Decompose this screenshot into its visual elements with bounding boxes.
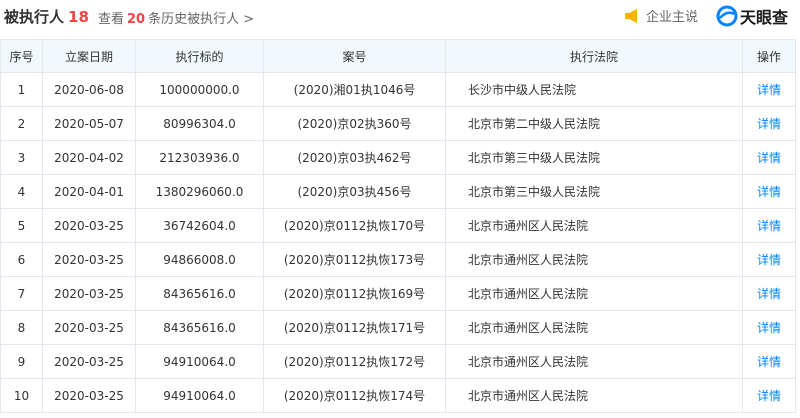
- details-link[interactable]: 详情: [742, 310, 796, 345]
- cell-case-number: (2020)京03执462号: [263, 140, 446, 175]
- cell-index: 3: [0, 140, 43, 175]
- history-prefix: 查看: [98, 12, 125, 27]
- executed-count: 18: [68, 8, 89, 26]
- cell-court: 北京市通州区人民法院: [445, 310, 743, 345]
- cell-date: 2020-05-07: [42, 106, 136, 141]
- owner-says-button[interactable]: 企业主说: [624, 6, 698, 25]
- table-header-row: 序号 立案日期 执行标的 案号 执行法院 操作: [0, 39, 796, 73]
- cell-index: 1: [0, 72, 43, 107]
- column-header-court: 执行法院: [445, 39, 743, 73]
- cell-court: 长沙市中级人民法院: [445, 72, 743, 107]
- cell-index: 9: [0, 344, 43, 379]
- column-header-case-number: 案号: [263, 39, 446, 73]
- cell-date: 2020-03-25: [42, 344, 136, 379]
- megaphone-icon: [625, 8, 637, 23]
- details-link[interactable]: 详情: [742, 378, 796, 413]
- details-link[interactable]: 详情: [742, 276, 796, 311]
- details-link[interactable]: 详情: [742, 242, 796, 277]
- cell-date: 2020-03-25: [42, 378, 136, 413]
- table-row: 6 2020-03-25 94866008.0 (2020)京0112执恢173…: [0, 242, 796, 277]
- column-header-action: 操作: [742, 39, 796, 73]
- table-row: 5 2020-03-25 36742604.0 (2020)京0112执恢170…: [0, 208, 796, 243]
- details-link[interactable]: 详情: [742, 208, 796, 243]
- section-title: 被执行人 18: [4, 6, 89, 27]
- cell-case-number: (2020)京02执360号: [263, 106, 446, 141]
- column-header-amount: 执行标的: [135, 39, 264, 73]
- cell-court: 北京市通州区人民法院: [445, 242, 743, 277]
- details-link[interactable]: 详情: [742, 174, 796, 209]
- details-link[interactable]: 详情: [742, 140, 796, 175]
- section-title-label: 被执行人: [4, 8, 65, 26]
- details-link[interactable]: 详情: [742, 72, 796, 107]
- cell-court: 北京市第三中级人民法院: [445, 140, 743, 175]
- brand-label: 天眼查: [740, 8, 789, 27]
- cell-amount: 94910064.0: [135, 344, 264, 379]
- cell-index: 2: [0, 106, 43, 141]
- cell-date: 2020-03-25: [42, 276, 136, 311]
- tianyancha-logo-icon: [716, 5, 738, 27]
- cell-court: 北京市通州区人民法院: [445, 276, 743, 311]
- cell-index: 7: [0, 276, 43, 311]
- cell-amount: 84365616.0: [135, 310, 264, 345]
- history-suffix: 条历史被执行人 >: [148, 12, 255, 27]
- table-row: 2 2020-05-07 80996304.0 (2020)京02执360号 北…: [0, 106, 796, 141]
- cell-amount: 84365616.0: [135, 276, 264, 311]
- cell-index: 6: [0, 242, 43, 277]
- cell-date: 2020-03-25: [42, 310, 136, 345]
- cell-court: 北京市通州区人民法院: [445, 378, 743, 413]
- cell-date: 2020-04-01: [42, 174, 136, 209]
- column-header-date: 立案日期: [42, 39, 136, 73]
- cell-index: 5: [0, 208, 43, 243]
- cell-case-number: (2020)京0112执恢172号: [263, 344, 446, 379]
- cell-court: 北京市第三中级人民法院: [445, 174, 743, 209]
- table-row: 4 2020-04-01 1380296060.0 (2020)京03执456号…: [0, 174, 796, 209]
- cell-case-number: (2020)京03执456号: [263, 174, 446, 209]
- section-header: 被执行人 18 查看 20 条历史被执行人 > 企业主说 天眼查: [0, 0, 800, 36]
- cell-index: 10: [0, 378, 43, 413]
- cell-date: 2020-04-02: [42, 140, 136, 175]
- executed-persons-table: 序号 立案日期 执行标的 案号 执行法院 操作 1 2020-06-08 100…: [0, 39, 796, 413]
- cell-case-number: (2020)京0112执恢174号: [263, 378, 446, 413]
- cell-court: 北京市通州区人民法院: [445, 344, 743, 379]
- cell-case-number: (2020)京0112执恢169号: [263, 276, 446, 311]
- cell-index: 8: [0, 310, 43, 345]
- details-link[interactable]: 详情: [742, 106, 796, 141]
- cell-amount: 1380296060.0: [135, 174, 264, 209]
- cell-date: 2020-03-25: [42, 242, 136, 277]
- table-row: 9 2020-03-25 94910064.0 (2020)京0112执恢172…: [0, 344, 796, 379]
- cell-court: 北京市通州区人民法院: [445, 208, 743, 243]
- cell-court: 北京市第二中级人民法院: [445, 106, 743, 141]
- table-row: 1 2020-06-08 100000000.0 (2020)湘01执1046号…: [0, 72, 796, 107]
- cell-case-number: (2020)京0112执恢173号: [263, 242, 446, 277]
- cell-amount: 212303936.0: [135, 140, 264, 175]
- cell-amount: 100000000.0: [135, 72, 264, 107]
- cell-case-number: (2020)京0112执恢171号: [263, 310, 446, 345]
- cell-amount: 80996304.0: [135, 106, 264, 141]
- table-row: 8 2020-03-25 84365616.0 (2020)京0112执恢171…: [0, 310, 796, 345]
- cell-case-number: (2020)京0112执恢170号: [263, 208, 446, 243]
- cell-amount: 94910064.0: [135, 378, 264, 413]
- cell-date: 2020-06-08: [42, 72, 136, 107]
- table-row: 3 2020-04-02 212303936.0 (2020)京03执462号 …: [0, 140, 796, 175]
- owner-says-label: 企业主说: [646, 10, 699, 25]
- cell-amount: 36742604.0: [135, 208, 264, 243]
- cell-index: 4: [0, 174, 43, 209]
- cell-date: 2020-03-25: [42, 208, 136, 243]
- history-link[interactable]: 查看 20 条历史被执行人 >: [98, 8, 254, 27]
- table-row: 10 2020-03-25 94910064.0 (2020)京0112执恢17…: [0, 378, 796, 413]
- cell-case-number: (2020)湘01执1046号: [263, 72, 446, 107]
- details-link[interactable]: 详情: [742, 344, 796, 379]
- tianyancha-logo[interactable]: 天眼查: [716, 4, 788, 28]
- table-row: 7 2020-03-25 84365616.0 (2020)京0112执恢169…: [0, 276, 796, 311]
- column-header-index: 序号: [0, 39, 43, 73]
- cell-amount: 94866008.0: [135, 242, 264, 277]
- history-count: 20: [127, 12, 146, 27]
